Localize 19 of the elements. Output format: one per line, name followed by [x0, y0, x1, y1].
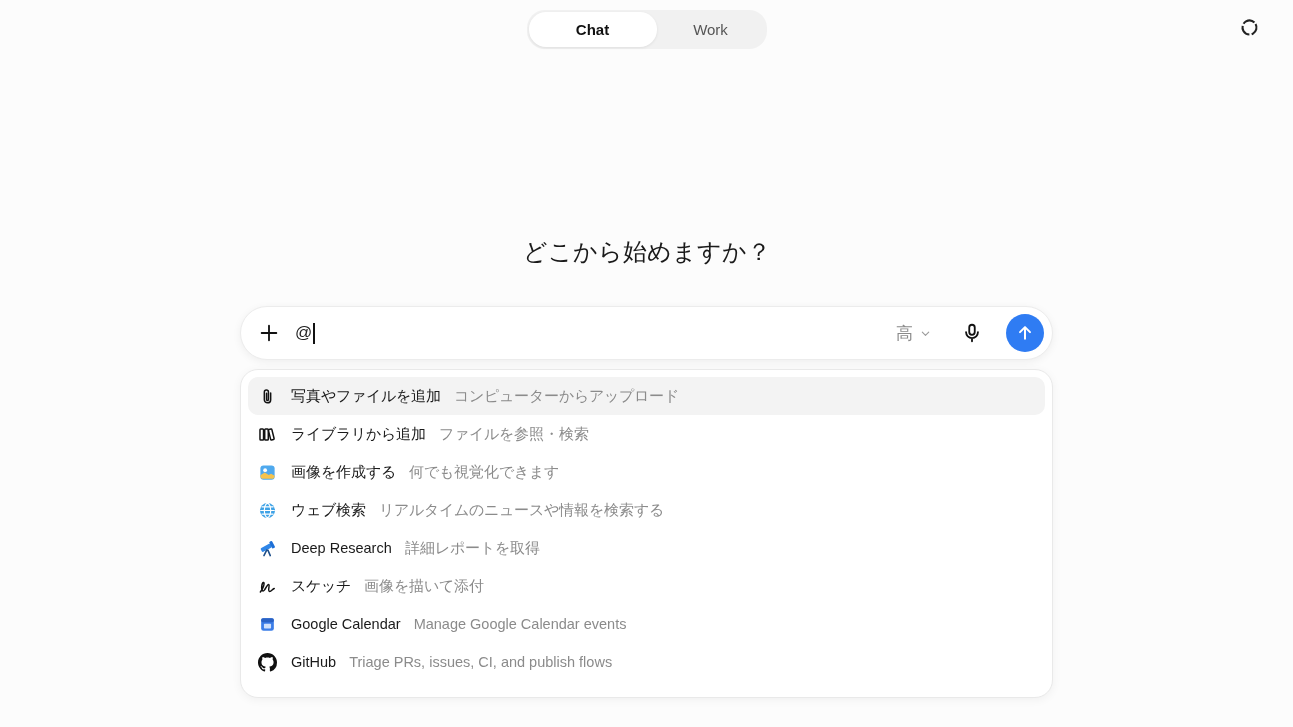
- tab[interactable]: Work: [656, 12, 765, 47]
- heading: どこから始めますか？: [522, 237, 771, 267]
- dashed-circle-icon[interactable]: [1239, 17, 1260, 38]
- cat-logo-icon: [258, 652, 277, 672]
- picture-icon: [258, 462, 277, 482]
- send-button[interactable]: [1006, 314, 1044, 352]
- menu-item[interactable]: 画像を作成する 何でも視覚化できます: [248, 453, 1045, 491]
- menu-item[interactable]: 写真やファイルを追加 コンピューターからアップロード: [248, 377, 1045, 415]
- menu-item[interactable]: スケッチ 画像を描いて添付: [248, 567, 1045, 605]
- menu-item[interactable]: Deep Research 詳細レポートを取得: [248, 529, 1045, 567]
- telescope-icon: [258, 538, 277, 558]
- menu-item[interactable]: ウェブ検索 リアルタイムのニュースや情報を検索する: [248, 491, 1045, 529]
- tab[interactable]: Chat: [528, 12, 657, 47]
- menu-item[interactable]: Google Calendar Manage Google Calendar events: [248, 605, 1045, 643]
- plus-icon: [258, 322, 280, 344]
- menu-item[interactable]: ライブラリから追加 ファイルを参照・検索: [248, 415, 1045, 453]
- menu-item[interactable]: GitHub Triage PRs, issues, CI, and publish flows: [248, 643, 1045, 681]
- globe-icon: [258, 500, 277, 520]
- message-input[interactable]: @: [295, 318, 892, 348]
